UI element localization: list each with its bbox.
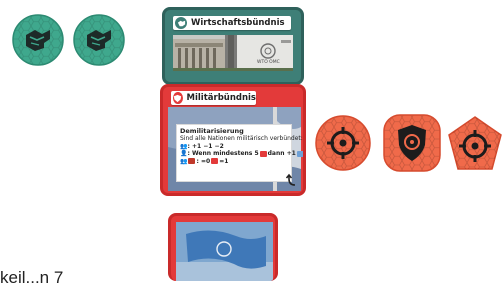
military-card-small[interactable] <box>168 213 278 281</box>
economic-token-2[interactable] <box>72 13 126 67</box>
card-ability-line-2-text-a: : Wenn mindestens 5 <box>187 150 259 157</box>
shield-icon <box>173 92 183 104</box>
card-ability-line-1: 👥: +1 −1 −2 <box>180 143 288 151</box>
military-token-3[interactable] <box>447 115 503 173</box>
card-ability-line-2-text-b: dann +1 <box>267 150 296 157</box>
card-ability-line-3-text-a: : =0 <box>196 157 211 165</box>
military-card-title: Militärbündnis <box>186 93 257 103</box>
handshake-icon <box>175 17 187 29</box>
card-ability-line-1-text: : +1 −1 −2 <box>187 142 224 150</box>
page-label: keil...n 7 <box>0 268 64 287</box>
handshake-icon <box>12 14 64 66</box>
red-tank-icon <box>188 158 196 164</box>
curved-arrow-icon <box>285 173 299 192</box>
military-card-title-bar: Militärbündnis <box>171 91 256 105</box>
economic-card-title-bar: Wirtschaftsbündnis <box>173 16 291 30</box>
un-flag-photo <box>176 222 273 281</box>
red-flag-icon <box>211 158 219 164</box>
card-ability-intro: Sind alle Nationen militärisch verbündet… <box>180 135 303 142</box>
card-ability-line-2: 👤: Wenn mindestens 5 dann +1 <box>180 150 303 158</box>
military-card-text-box: Demilitarisierung Sind alle Nationen mil… <box>176 124 303 182</box>
military-token-2[interactable] <box>382 113 442 173</box>
crosshair-icon <box>448 116 502 170</box>
military-token-1[interactable] <box>314 114 372 172</box>
economic-card-title: Wirtschaftsbündnis <box>191 18 285 28</box>
card-ability-line-3-text-b: =1 <box>219 157 229 165</box>
blue-card-icon <box>296 150 303 157</box>
people-icon: 👥 <box>180 157 188 165</box>
crosshair-icon <box>315 115 371 171</box>
handshake-icon <box>73 14 125 66</box>
wto-plaque-text: WTO OMC <box>257 60 280 65</box>
economic-alliance-card[interactable]: Wirtschaftsbündnis WTO OMC <box>162 7 304 85</box>
card-ability-line-3: 👥 : =0 =1 <box>180 158 288 166</box>
red-flag-icon <box>259 150 267 157</box>
economic-card-photo: WTO OMC <box>173 35 293 71</box>
military-alliance-card[interactable]: Militärbündnis Demilitarisierung Sind al… <box>160 84 306 196</box>
shield-crosshair-icon <box>383 114 441 172</box>
card-ability-title: Demilitarisierung <box>180 127 244 135</box>
economic-token-1[interactable] <box>11 13 65 67</box>
